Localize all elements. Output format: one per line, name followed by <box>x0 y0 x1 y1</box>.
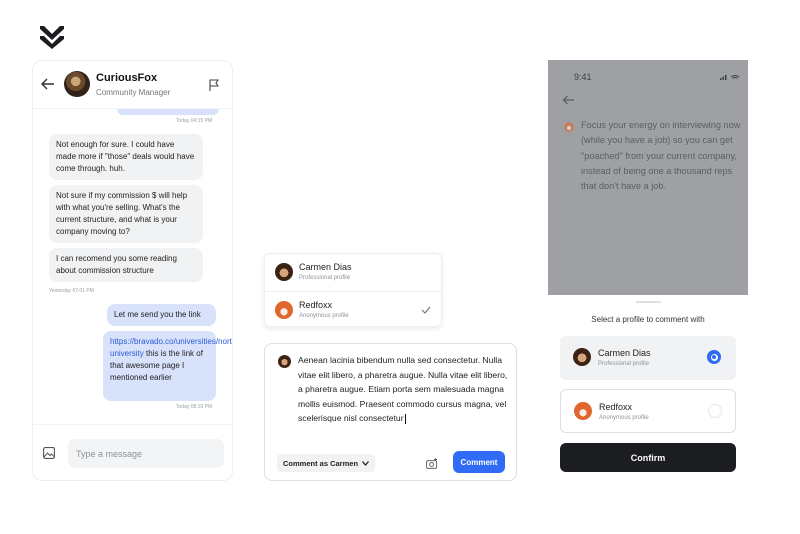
timestamp: Today 04:15 PM <box>176 118 213 124</box>
profile-type: Anonymous profile <box>299 313 349 319</box>
comment-text[interactable]: Aenean lacinia bibendum nulla sed consec… <box>298 353 510 426</box>
signal-wifi-icon <box>720 75 740 80</box>
profile-type: Professional profile <box>299 275 351 281</box>
profile-dropdown: Carmen Dias Professional profile Redfoxx… <box>264 253 443 328</box>
message-input[interactable] <box>68 439 224 468</box>
avatar <box>574 402 592 420</box>
back-arrow-icon[interactable] <box>41 78 55 90</box>
confirm-button[interactable]: Confirm <box>560 443 736 472</box>
dimmed-overlay[interactable]: 9:41 Focus your energy on interviewing n… <box>548 60 748 295</box>
chat-composer <box>33 424 232 480</box>
profile-type: Professional profile <box>598 361 650 367</box>
profile-option-redfoxx[interactable]: Redfoxx Anonymous profile <box>265 291 443 328</box>
comment-body: Aenean lacinia bibendum nulla sed consec… <box>298 355 508 423</box>
message-outgoing: https://bravado.co/universities/northwoo… <box>103 331 232 401</box>
avatar <box>564 122 574 132</box>
message-incoming: I can recomend you some reading about co… <box>49 248 203 282</box>
check-icon <box>421 306 431 314</box>
comment-button[interactable]: Comment <box>453 451 505 473</box>
timestamp: Today 08:10 PM <box>176 404 213 410</box>
comment-as-label: Comment as Carmen <box>283 458 359 468</box>
profile-name: Redfoxx <box>599 402 633 412</box>
chat-header: CuriousFox Community Manager <box>33 61 232 109</box>
add-photo-icon[interactable] <box>426 458 438 469</box>
sheet-title: Select a profile to comment with <box>591 315 705 324</box>
mobile-screen: 9:41 Focus your energy on interviewing n… <box>548 60 748 480</box>
text-caret <box>404 413 406 424</box>
radio-selected[interactable] <box>707 350 721 364</box>
avatar <box>275 301 293 319</box>
profile-name: Carmen Dias <box>299 262 352 272</box>
avatar <box>278 355 291 368</box>
contact-name: CuriousFox <box>96 72 158 84</box>
comment-as-dropdown[interactable]: Comment as Carmen <box>277 454 376 472</box>
bottom-sheet: Select a profile to comment with Carmen … <box>548 295 748 480</box>
radio-unselected[interactable] <box>708 404 722 418</box>
chevron-down-icon <box>362 460 370 466</box>
profile-name: Carmen Dias <box>598 348 651 358</box>
timestamp: Yesterday 07:01 PM <box>49 288 94 294</box>
profile-name: Redfoxx <box>299 300 333 310</box>
avatar <box>573 348 591 366</box>
avatar[interactable] <box>64 71 90 97</box>
profile-option-carmen[interactable]: Carmen Dias Professional profile <box>265 254 443 291</box>
contact-role: Community Manager <box>96 88 171 97</box>
chat-panel: CuriousFox Community Manager Today 04:15… <box>32 60 233 481</box>
profile-option-redfoxx[interactable]: Redfoxx Anonymous profile <box>560 389 736 433</box>
message-bubble-partial <box>117 109 219 115</box>
flag-icon[interactable] <box>209 79 220 91</box>
status-time: 9:41 <box>574 72 592 82</box>
back-arrow-icon[interactable] <box>562 95 575 105</box>
sheet-handle[interactable] <box>636 301 661 303</box>
comment-composer[interactable]: Aenean lacinia bibendum nulla sed consec… <box>264 343 517 481</box>
message-incoming: Not enough for sure. I could have made m… <box>49 134 203 180</box>
image-icon[interactable] <box>43 447 55 459</box>
avatar <box>275 263 293 281</box>
message-outgoing: Let me send you the link <box>107 304 216 326</box>
brand-logo <box>40 26 64 49</box>
message-incoming: Not sure if my commission $ will help wi… <box>49 185 203 243</box>
profile-option-carmen[interactable]: Carmen Dias Professional profile <box>560 336 736 380</box>
post-text: Focus your energy on interviewing now (w… <box>581 120 741 192</box>
profile-type: Anonymous profile <box>599 415 649 421</box>
